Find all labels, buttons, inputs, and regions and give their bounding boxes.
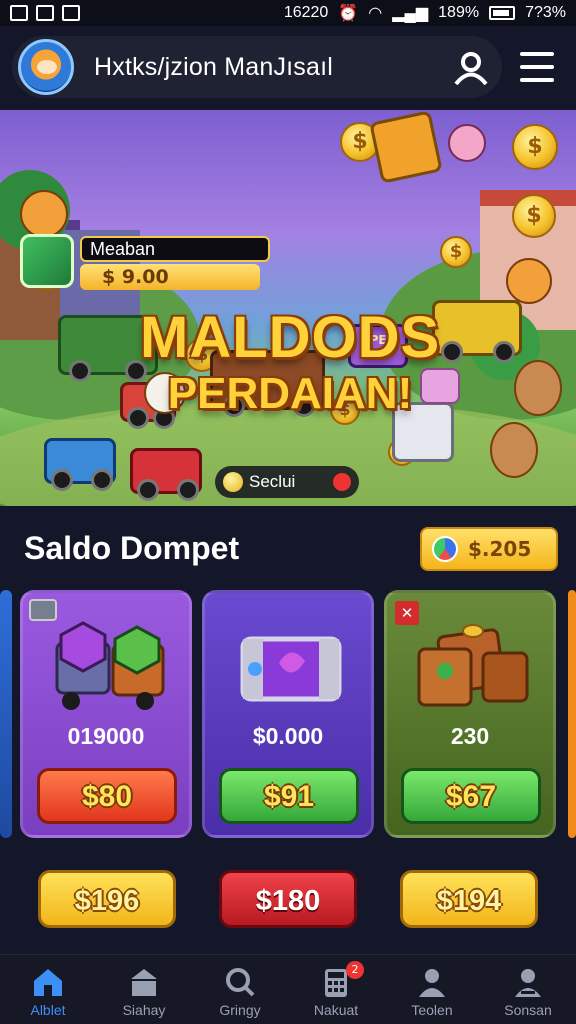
cash-icon: [20, 234, 74, 288]
card-value: 019000: [67, 723, 145, 749]
wallet-total-pill[interactable]: $.205: [420, 527, 558, 571]
banner-title-line2: PERDAIAN!: [167, 369, 413, 418]
buy-button[interactable]: $67: [401, 768, 541, 824]
price-button[interactable]: $196: [38, 870, 176, 928]
signal-icon: ▂▄▆: [392, 5, 429, 22]
deer-mascot-2: [490, 422, 538, 478]
coin-icon: $: [512, 194, 556, 238]
red-car: [130, 448, 202, 501]
app-logo-icon[interactable]: [18, 39, 74, 95]
battery-icon: [489, 6, 516, 20]
notification-badge: 2: [346, 961, 364, 979]
app-header: Hxtks/jzion ManJısaıl: [12, 36, 502, 98]
balance-card[interactable]: Meaban $ 9.00: [20, 234, 270, 292]
hamburger-menu-icon[interactable]: [520, 52, 554, 82]
gallery-icon: [10, 5, 28, 21]
nav-label: Alblet: [30, 1002, 66, 1018]
price-button[interactable]: $180: [219, 870, 357, 928]
coin-icon: $: [512, 124, 558, 170]
nav-item-alblet[interactable]: Alblet: [0, 955, 96, 1024]
coin-icon: $: [440, 236, 472, 268]
status-bar: 16220 ⏰ ◠ ▂▄▆ 189% 7?3%: [0, 0, 576, 26]
balance-label: Meaban: [80, 236, 270, 262]
card-edge-left[interactable]: [0, 590, 12, 838]
nav-item-nakuat[interactable]: 2 Nakuat: [288, 955, 384, 1024]
search-icon: [226, 968, 255, 997]
banner-title-line1: MALDODS: [140, 305, 441, 370]
orange-box: [369, 110, 443, 184]
nav-label: Siahay: [122, 1002, 166, 1018]
crate-cart-image: [55, 621, 165, 710]
profile-icon: [515, 969, 541, 997]
coin-icon: [223, 472, 243, 492]
nav-label: Gringy: [219, 1002, 261, 1018]
product-card[interactable]: $0.000 $91: [202, 590, 374, 838]
fox-mascot: [20, 190, 68, 238]
wallet-total: $.205: [468, 537, 532, 561]
section-title: Saldo Dompet: [24, 530, 240, 566]
pink-mascot: [448, 124, 486, 162]
bottom-nav: Alblet Siahay Gringy 2 Nakuat Teolen Son…: [0, 954, 576, 1024]
nav-item-teolen[interactable]: Teolen: [384, 955, 480, 1024]
balance-value: $ 9.00: [80, 264, 260, 290]
banner-select-pill[interactable]: Seclui: [215, 466, 359, 498]
wallet-ball-icon: [432, 536, 458, 562]
person-icon: [419, 969, 445, 997]
nav-item-siahay[interactable]: Siahay: [96, 955, 192, 1024]
banner-title: MALDODS PERDAIAN!: [140, 308, 440, 420]
yellow-truck: [432, 300, 522, 363]
nav-label: Sonsan: [504, 1002, 552, 1018]
card-edge-right[interactable]: [568, 590, 576, 838]
buy-button[interactable]: $80: [37, 768, 177, 824]
nav-label: Teolen: [411, 1002, 453, 1018]
fox-mascot-right: [506, 258, 552, 304]
blue-car: [44, 438, 116, 491]
record-dot-icon: [333, 473, 351, 491]
card-value: 230: [450, 723, 490, 749]
notification-icons: [10, 5, 80, 21]
user-icon[interactable]: [452, 51, 490, 85]
card-value: $0.000: [252, 723, 324, 749]
app-title: Hxtks/jzion ManJısaıl: [94, 52, 333, 81]
nav-label: Nakuat: [313, 1002, 359, 1018]
message-icon: [36, 5, 54, 21]
buy-button[interactable]: $91: [219, 768, 359, 824]
wifi-icon: ◠: [368, 5, 383, 22]
promo-banner[interactable]: $ $ $ $ $ $ $ $ OPEN Meaban $ 9.00 MALDO…: [0, 110, 576, 506]
status-time: 16220: [283, 4, 329, 21]
pill-label: Seclui: [249, 472, 296, 491]
nav-item-sonsan[interactable]: Sonsan: [480, 955, 576, 1024]
alarm-icon: ⏰: [338, 5, 359, 22]
product-card[interactable]: 019000 $80: [20, 590, 192, 838]
product-card[interactable]: ✕ 230 $67: [384, 590, 556, 838]
chest-image: [240, 636, 342, 702]
wooden-crates-image: [417, 624, 529, 707]
home-icon: [34, 969, 62, 996]
nav-item-gringy[interactable]: Gringy: [192, 955, 288, 1024]
battery-percent: 189%: [438, 4, 480, 21]
store-icon: [131, 969, 157, 996]
price-button[interactable]: $194: [400, 870, 538, 928]
status-clock: 7?3%: [525, 4, 566, 21]
deer-mascot: [514, 360, 562, 416]
photo-icon: [62, 5, 80, 21]
